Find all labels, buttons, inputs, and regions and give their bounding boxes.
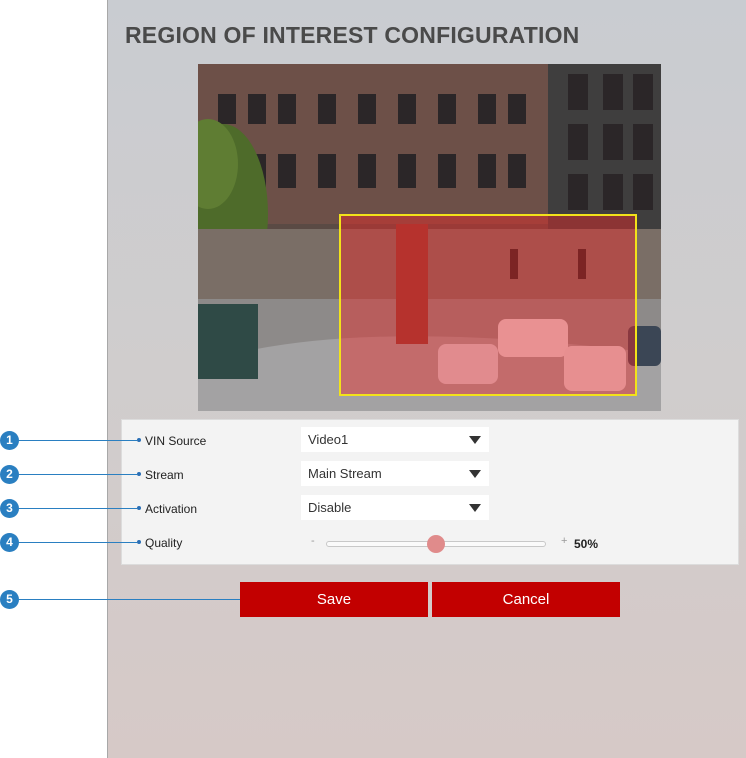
callout-2-badge: 2 bbox=[0, 465, 19, 484]
stream-bullet bbox=[137, 472, 141, 476]
dropdown-arrow-icon bbox=[469, 470, 481, 478]
callout-3-badge: 3 bbox=[0, 499, 19, 518]
vin-source-value: Video1 bbox=[308, 432, 349, 447]
quality-minus-icon[interactable]: - bbox=[311, 535, 315, 547]
save-button[interactable]: Save bbox=[240, 582, 428, 617]
activation-bullet bbox=[137, 506, 141, 510]
vin-source-label: VIN Source bbox=[145, 434, 207, 448]
activation-value: Disable bbox=[308, 500, 352, 515]
page-title: REGION OF INTEREST CONFIGURATION bbox=[125, 22, 580, 48]
stream-value: Main Stream bbox=[308, 466, 382, 481]
activation-label: Activation bbox=[145, 502, 198, 516]
vin-source-select[interactable]: Video1 bbox=[301, 427, 489, 452]
dropdown-arrow-icon bbox=[469, 504, 481, 512]
callout-1-leader bbox=[19, 440, 137, 441]
vin-source-bullet bbox=[137, 438, 141, 442]
dropdown-arrow-icon bbox=[469, 436, 481, 444]
quality-label: Quality bbox=[145, 536, 183, 550]
quality-bullet bbox=[137, 540, 141, 544]
cancel-button[interactable]: Cancel bbox=[432, 582, 620, 617]
callout-5-badge: 5 bbox=[0, 590, 19, 609]
callout-4-badge: 4 bbox=[0, 533, 19, 552]
callout-4-leader bbox=[19, 542, 137, 543]
quality-plus-icon[interactable]: + bbox=[561, 535, 567, 547]
callout-3-leader bbox=[19, 508, 137, 509]
callout-5-leader bbox=[19, 599, 271, 600]
callout-2-leader bbox=[19, 474, 137, 475]
stream-label: Stream bbox=[145, 468, 184, 482]
callout-1-badge: 1 bbox=[0, 431, 19, 450]
roi-selection-box[interactable] bbox=[339, 214, 637, 396]
activation-select[interactable]: Disable bbox=[301, 495, 489, 520]
quality-slider-handle[interactable] bbox=[427, 535, 445, 553]
stream-select[interactable]: Main Stream bbox=[301, 461, 489, 486]
quality-value: 50% bbox=[574, 537, 599, 551]
